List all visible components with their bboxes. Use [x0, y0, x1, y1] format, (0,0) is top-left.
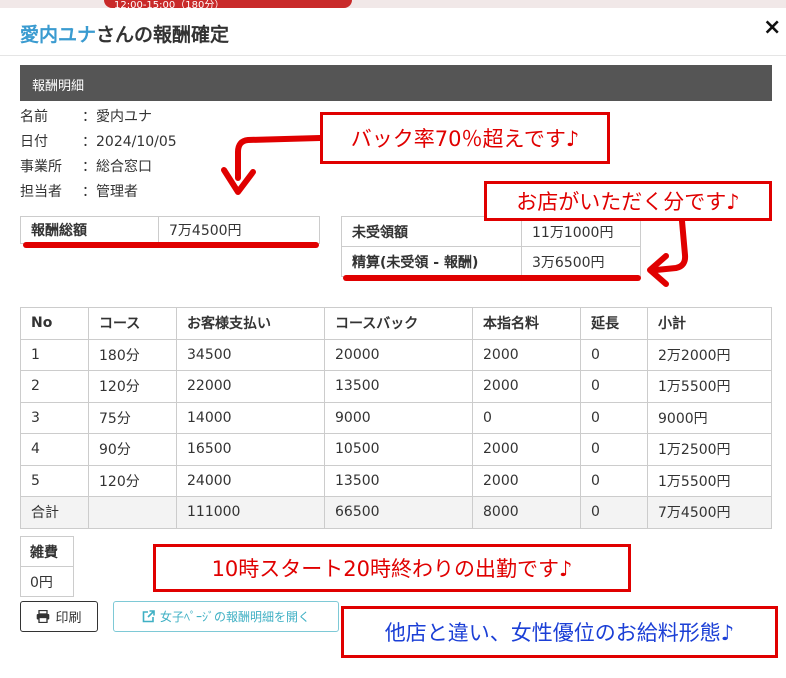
annotation-note: お店がいただく分です♪	[484, 181, 772, 221]
annotation-arrow-icon	[647, 218, 689, 287]
annotation-note: 他店と違い、女性優位のお給料形態♪	[341, 606, 778, 658]
annotation-note: 10時スタート20時終わりの出勤です♪	[153, 544, 631, 592]
annotation-note: バック率70％超えです♪	[320, 112, 610, 164]
annotation-arrow-icon	[221, 135, 323, 195]
